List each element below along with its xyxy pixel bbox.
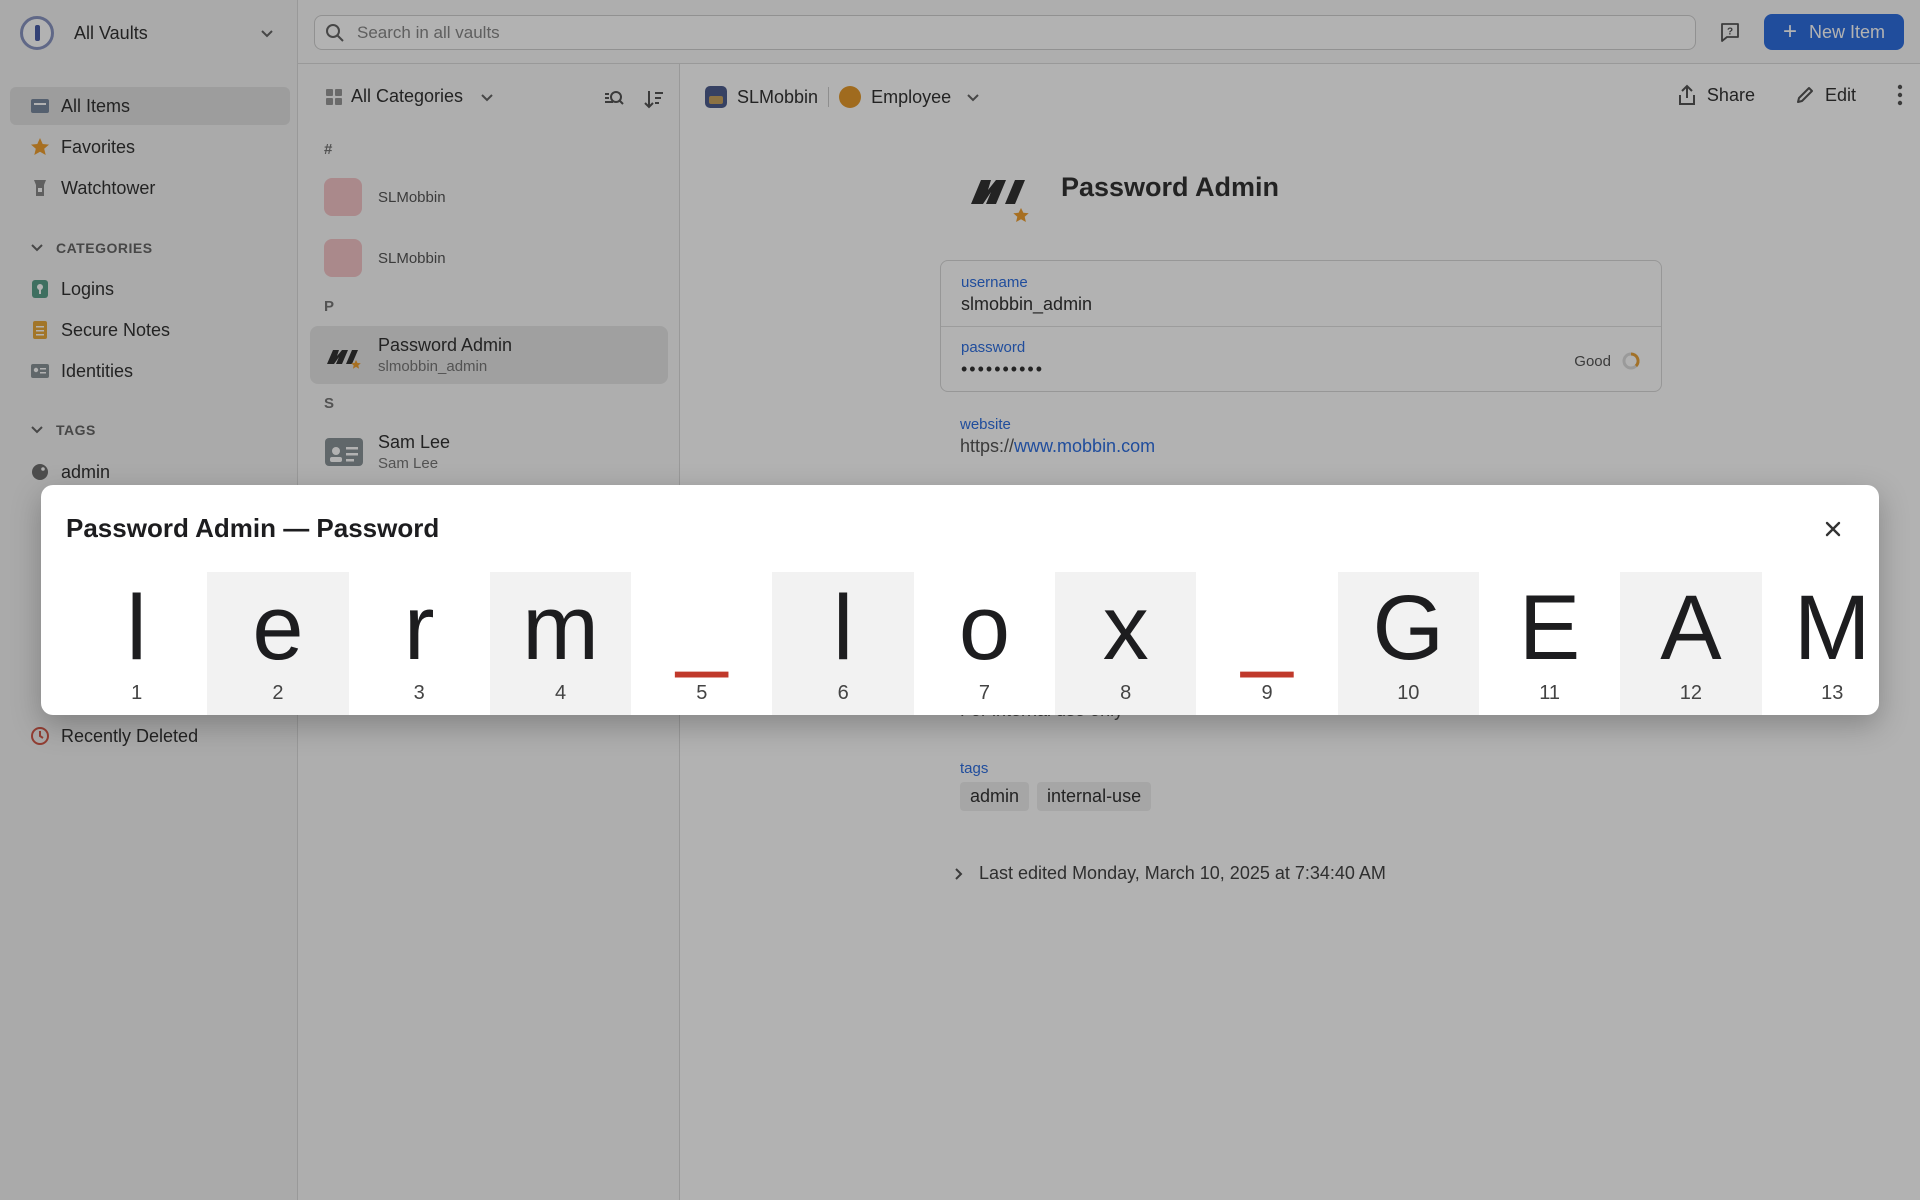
password-char-cell: E 11 [1479,572,1620,715]
password-characters: l 1 e 2 r 3 m 4 _ 5 l 6 o 7 x 8 _ 9 G 10 E 11 A 12 M 13 [66,572,1879,715]
password-char: m [522,577,599,679]
password-char-index: 5 [696,682,708,704]
password-char-index: 10 [1397,682,1420,704]
password-char: A [1660,577,1722,679]
password-char: x [1102,577,1149,679]
password-char: e [252,577,304,679]
modal-title: Password Admin — Password [66,513,440,543]
password-char-index: 2 [272,682,284,704]
password-char: _ [676,577,728,679]
password-char: E [1518,577,1581,679]
password-char-cell: _ 9 [1196,572,1337,715]
password-char: l [832,577,854,679]
password-char-index: 1 [131,682,143,704]
password-char-cell: x8 [1055,572,1197,715]
password-char-cell: A 12 [1620,572,1762,715]
password-char: o [958,577,1011,679]
password-char: r [403,577,435,679]
close-button[interactable] [1821,517,1845,541]
password-char: M [1793,577,1871,679]
password-char: l [126,577,147,679]
password-char-cell: l1 [66,572,207,715]
password-char-cell: o7 [914,572,1055,715]
password-char-index: 8 [1120,682,1132,704]
password-char-index: 9 [1261,682,1273,704]
password-char-cell: r3 [349,572,490,715]
password-char-index: 6 [837,682,849,704]
password-char-cell: l6 [772,572,914,715]
password-char-index: 4 [554,682,567,704]
close-icon [1825,521,1841,537]
password-char: _ [1241,577,1293,679]
large-type-password-modal: Password Admin — Password l 1 e 2 r 3 m 4 _ 5 l 6 o 7… [41,485,1879,715]
password-char-index: 11 [1539,682,1560,704]
password-char-cell: G 10 [1337,572,1479,715]
password-char-index: 12 [1679,682,1703,704]
password-char-cell: M 13 [1762,572,1879,715]
password-char-index: 3 [413,682,425,704]
password-char-index: 13 [1821,682,1844,704]
password-char: G [1372,577,1445,679]
password-char-index: 7 [978,682,990,704]
password-char-cell: m4 [489,572,632,715]
password-char-cell: _ 5 [631,572,772,715]
password-char-cell: e2 [207,572,349,715]
